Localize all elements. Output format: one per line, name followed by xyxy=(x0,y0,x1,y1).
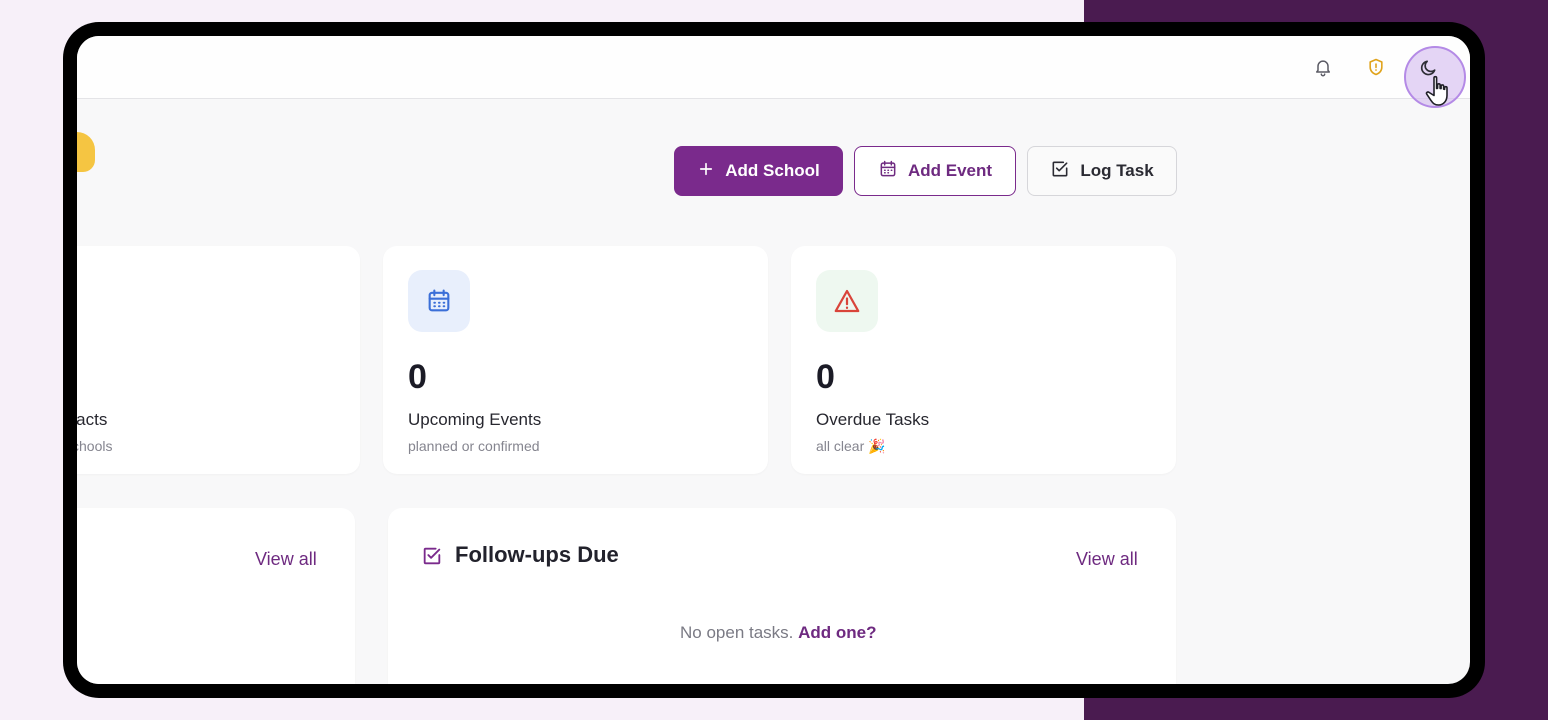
app-screen: Add School Add Event Log Task ntacts sch… xyxy=(77,36,1470,684)
add-school-label: Add School xyxy=(725,161,820,180)
checkbox-icon xyxy=(421,545,443,572)
device-frame: Add School Add Event Log Task ntacts sch… xyxy=(63,22,1485,698)
calendar-icon xyxy=(878,159,898,184)
add-event-button[interactable]: Add Event xyxy=(854,146,1016,196)
left-list-panel: View all e? xyxy=(77,508,355,684)
overdue-tasks-card: 0 Overdue Tasks all clear 🎉 xyxy=(791,246,1176,474)
followups-title: Follow-ups Due xyxy=(455,542,619,567)
log-task-label: Log Task xyxy=(1080,161,1154,180)
followups-view-all-link[interactable]: View all xyxy=(1076,549,1138,570)
hand-cursor-icon xyxy=(1424,74,1454,113)
log-task-button[interactable]: Log Task xyxy=(1027,146,1177,196)
stat-sub-contacts: schools xyxy=(77,438,113,454)
add-event-label: Add Event xyxy=(907,161,993,180)
add-task-link[interactable]: Add one? xyxy=(798,623,876,642)
stat-label-overdue: Overdue Tasks xyxy=(816,410,930,429)
calendar-icon xyxy=(408,270,470,332)
shield-alert-icon[interactable] xyxy=(1365,56,1387,78)
stat-sub-events: planned or confirmed xyxy=(408,438,540,454)
waving-hand-emoji xyxy=(77,132,95,172)
stat-value-events: 0 xyxy=(408,358,427,396)
stat-label-events: Upcoming Events xyxy=(408,410,542,429)
view-all-link[interactable]: View all xyxy=(255,549,317,570)
contacts-stat-card: ntacts schools xyxy=(77,246,360,474)
stat-value-overdue: 0 xyxy=(816,358,835,396)
upcoming-events-card: 0 Upcoming Events planned or confirmed xyxy=(383,246,768,474)
followups-empty-state: No open tasks. Add one? xyxy=(680,623,877,643)
add-school-button[interactable]: Add School xyxy=(674,146,843,196)
stat-sub-overdue: all clear 🎉 xyxy=(816,438,886,454)
plus-icon xyxy=(697,160,715,183)
top-bar xyxy=(77,36,1470,99)
empty-text: No open tasks. xyxy=(680,623,794,642)
checkbox-icon xyxy=(1050,159,1070,184)
stat-label-contacts: ntacts xyxy=(77,410,108,429)
warning-triangle-icon xyxy=(816,270,878,332)
bell-icon[interactable] xyxy=(1312,56,1334,78)
followups-panel: Follow-ups Due View all No open tasks. A… xyxy=(388,508,1176,684)
